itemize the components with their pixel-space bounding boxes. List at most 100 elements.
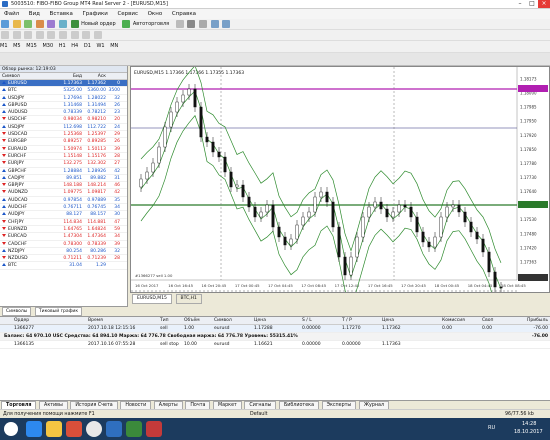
- chart-window[interactable]: EURUSD,M15 1.17366 1.17366 1.17355 1.173…: [130, 65, 550, 321]
- col-sl[interactable]: S / L: [302, 317, 342, 324]
- col-symbol[interactable]: Символ: [214, 317, 254, 324]
- menu-charts[interactable]: Графики: [78, 9, 111, 19]
- language-indicator[interactable]: RU: [488, 425, 495, 431]
- media-icon[interactable]: [66, 421, 82, 437]
- metatrader-icon[interactable]: [106, 421, 122, 437]
- menu-tools[interactable]: Сервис: [113, 9, 142, 19]
- symbol-row[interactable]: BTC 31.04 1.29: [0, 262, 127, 270]
- symbol-row[interactable]: EURGBP 0.89257 0.89285 26: [0, 138, 127, 146]
- zoom-in-icon[interactable]: [210, 20, 219, 28]
- text-icon[interactable]: [82, 31, 91, 39]
- pending-order-row[interactable]: 1366135 2017.10.16 07:55:28 sell stop 10…: [0, 341, 550, 349]
- trendline-icon[interactable]: [47, 31, 56, 39]
- tf-m5[interactable]: M5: [13, 41, 21, 51]
- symbol-row[interactable]: EURCAD 1.47304 1.47364 34: [0, 233, 127, 241]
- col-bid[interactable]: Бид: [58, 73, 82, 79]
- autotrading-button[interactable]: Автоторговля: [133, 19, 169, 29]
- symbol-row[interactable]: EURAUD 1.50974 1.50113 39: [0, 146, 127, 153]
- close-button[interactable]: ×: [538, 0, 550, 8]
- symbol-row[interactable]: USDJPY 1.27694 1.28022 32: [0, 95, 127, 102]
- symbol-row[interactable]: GBPJPY 148.188 148.214 46: [0, 182, 127, 190]
- menu-help[interactable]: Справка: [168, 9, 200, 19]
- symbol-row[interactable]: CADJPY 89.851 89.882 31: [0, 175, 127, 183]
- menu-window[interactable]: Окно: [144, 9, 167, 19]
- navigator-icon[interactable]: [35, 20, 44, 28]
- bar-chart-icon[interactable]: [175, 20, 184, 28]
- tf-m30[interactable]: M30: [42, 41, 53, 51]
- maximize-button[interactable]: □: [526, 0, 538, 8]
- vertical-line-icon[interactable]: [24, 31, 33, 39]
- chrome-icon[interactable]: [86, 421, 102, 437]
- chart-tab-eurusd[interactable]: EURUSD,M15: [132, 294, 172, 304]
- new-chart-icon[interactable]: [1, 20, 9, 28]
- zoom-out-icon[interactable]: [222, 20, 231, 28]
- symbol-row[interactable]: USDCHF 0.98034 0.98210 20: [0, 116, 127, 124]
- col-time[interactable]: Время: [88, 317, 160, 324]
- horizontal-line-icon[interactable]: [35, 31, 44, 39]
- chart-tab-btc[interactable]: BTC,H1: [175, 294, 202, 304]
- symbol-row[interactable]: AUDNZD 1.09775 1.09817 42: [0, 189, 127, 197]
- col-symbol[interactable]: Символ: [0, 73, 58, 79]
- tf-d1[interactable]: D1: [84, 41, 91, 51]
- tf-h4[interactable]: H4: [71, 41, 78, 51]
- symbol-row[interactable]: CHFJPY 114.834 114.881 47: [0, 219, 127, 226]
- tab-tick-chart[interactable]: Тиковый график: [34, 307, 83, 316]
- col-ask[interactable]: Аск: [82, 73, 106, 79]
- symbol-row[interactable]: CADCHF 0.78300 0.78339 39: [0, 241, 127, 248]
- menu-view[interactable]: Вид: [25, 9, 44, 19]
- col-swap[interactable]: Своп: [482, 317, 522, 324]
- col-tp[interactable]: T / P: [342, 317, 382, 324]
- tab-symbols[interactable]: Символы: [2, 307, 32, 316]
- symbol-row[interactable]: EURJPY 132.275 132.302 27: [0, 160, 127, 168]
- symbol-row[interactable]: EURNZD 1.64765 1.64824 59: [0, 226, 127, 234]
- profiles-icon[interactable]: [12, 20, 21, 28]
- app-icon-2[interactable]: [126, 421, 142, 437]
- crosshair-icon[interactable]: [12, 31, 21, 39]
- symbol-row[interactable]: EURUSD 1.17363 1.17362 0: [0, 80, 127, 88]
- ie-icon[interactable]: [26, 421, 42, 437]
- clock-date[interactable]: 18.10.2017: [514, 429, 543, 435]
- symbol-row[interactable]: AUDCHF 0.76711 0.76745 34: [0, 204, 127, 212]
- col-order[interactable]: Ордер: [0, 317, 88, 324]
- tf-w1[interactable]: W1: [96, 41, 104, 51]
- candles-icon[interactable]: [187, 20, 196, 28]
- line-chart-icon[interactable]: [198, 20, 207, 28]
- col-profit[interactable]: Прибыль: [522, 317, 550, 324]
- symbol-row[interactable]: AUDJPY 88.127 88.157 30: [0, 211, 127, 219]
- symbol-row[interactable]: GBPUSD 1.31468 1.31494 26: [0, 102, 127, 110]
- tf-m1[interactable]: M1: [0, 41, 8, 51]
- tester-icon[interactable]: [58, 20, 67, 28]
- autotrading-icon[interactable]: [122, 20, 131, 28]
- symbol-row[interactable]: USDJPY 112.698 112.722 24: [0, 124, 127, 132]
- symbol-row[interactable]: USDCAD 1.25368 1.25397 29: [0, 131, 127, 139]
- label-icon[interactable]: [93, 31, 102, 39]
- col-commission[interactable]: Комиссия: [442, 317, 482, 324]
- col-price[interactable]: Цена: [254, 317, 302, 324]
- menu-file[interactable]: Файл: [0, 9, 23, 19]
- col-type[interactable]: Тип: [160, 317, 184, 324]
- terminal-icon[interactable]: [47, 20, 56, 28]
- menu-insert[interactable]: Вставка: [46, 9, 77, 19]
- minimize-button[interactable]: –: [514, 0, 526, 8]
- start-icon[interactable]: [4, 422, 18, 436]
- symbol-row[interactable]: AUDUSD 0.78339 0.78212 23: [0, 109, 127, 117]
- col-spread[interactable]: [106, 73, 122, 79]
- app-icon-3[interactable]: [146, 421, 162, 437]
- price-chart[interactable]: EURUSD,M15 1.17366 1.17366 1.17355 1.173…: [131, 65, 549, 321]
- symbol-row[interactable]: NZDJPY 80.254 80.286 32: [0, 248, 127, 256]
- cursor-icon[interactable]: [1, 31, 9, 39]
- new-order-button[interactable]: Новый ордер: [81, 19, 116, 29]
- tf-h1[interactable]: H1: [59, 41, 66, 51]
- col-volume[interactable]: Объём: [184, 317, 214, 324]
- tf-mn[interactable]: MN: [110, 41, 118, 51]
- order-row[interactable]: 1366277 2017.10.18 12:15:16 sell 1.00 eu…: [0, 325, 550, 333]
- market-watch-icon[interactable]: [24, 20, 33, 28]
- symbol-row[interactable]: NZDUSD 0.71211 0.71239 28: [0, 255, 127, 263]
- tf-m15[interactable]: M15: [26, 41, 37, 51]
- symbol-row[interactable]: AUDCAD 0.97854 0.97889 35: [0, 197, 127, 205]
- fibonacci-icon[interactable]: [70, 31, 79, 39]
- col-current-price[interactable]: Цена: [382, 317, 442, 324]
- symbol-row[interactable]: BTC 5325.00 5360.00 3500: [0, 87, 127, 95]
- new-order-icon[interactable]: [70, 20, 79, 28]
- symbol-row[interactable]: GBPCHF 1.28884 1.28926 42: [0, 168, 127, 175]
